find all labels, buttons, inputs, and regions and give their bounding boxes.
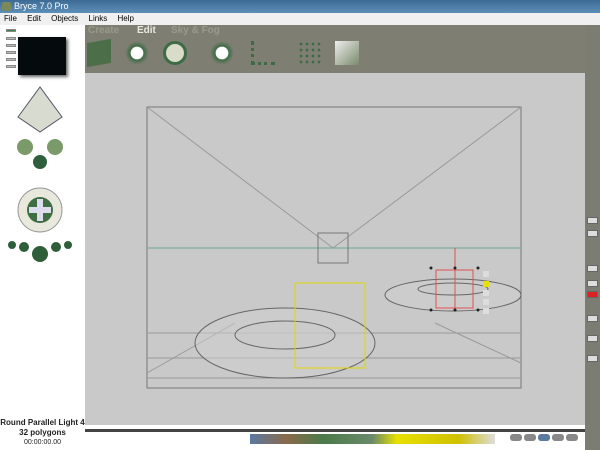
display-button[interactable] [587, 217, 598, 224]
menu-file[interactable]: File [4, 14, 17, 23]
control-palette [0, 25, 85, 450]
menu-objects[interactable]: Objects [51, 14, 78, 23]
first-frame-button[interactable] [510, 434, 522, 441]
tab-sky-fog[interactable]: Sky & Fog [171, 25, 220, 36]
object-selection-icons[interactable] [250, 434, 495, 444]
title-bar: Bryce 7.0 Pro [0, 0, 600, 13]
view-button[interactable] [6, 37, 16, 40]
display-button[interactable] [587, 291, 598, 298]
material-lab-icon[interactable] [87, 38, 111, 68]
camera-dot-controls [8, 241, 72, 262]
perspective-line [146, 106, 334, 249]
animation-bar [85, 425, 585, 450]
view-button[interactable] [6, 29, 16, 32]
play-button[interactable] [538, 434, 550, 441]
nano-preview[interactable] [18, 37, 66, 75]
display-button[interactable] [587, 230, 598, 237]
menu-edit[interactable]: Edit [27, 14, 41, 23]
display-button[interactable] [587, 355, 598, 362]
viewport[interactable] [85, 73, 585, 425]
status-readout: Round Parallel Light 4 32 polygons 00:00… [0, 418, 85, 448]
polygon-count: 32 polygons [19, 428, 66, 437]
view-button[interactable] [6, 44, 16, 47]
display-button[interactable] [587, 265, 598, 272]
tab-create[interactable]: Create [88, 25, 119, 36]
camera-controls [8, 86, 72, 262]
tab-edit[interactable]: Edit [137, 25, 156, 36]
navigation-sphere-icon [17, 187, 63, 233]
display-button[interactable] [587, 335, 598, 342]
display-button[interactable] [587, 315, 598, 322]
menu-bar: File Edit Objects Links Help [0, 13, 600, 25]
menu-links[interactable]: Links [89, 14, 108, 23]
prev-frame-button[interactable] [524, 434, 536, 441]
trackball-icon [17, 139, 63, 169]
align-icon[interactable] [251, 41, 275, 65]
menu-help[interactable]: Help [117, 14, 133, 23]
window-title: Bryce 7.0 Pro [14, 1, 69, 11]
reposition-icon[interactable] [210, 41, 234, 65]
app-icon [2, 2, 11, 11]
next-frame-button[interactable] [552, 434, 564, 441]
view-button[interactable] [6, 58, 16, 61]
rotate-icon[interactable] [163, 41, 187, 65]
wireframe-scene [146, 106, 522, 389]
display-button[interactable] [587, 280, 598, 287]
timeline-scrubber[interactable] [85, 429, 585, 432]
resize-icon[interactable] [125, 41, 149, 65]
perspective-line [332, 106, 522, 249]
object-name: Round Parallel Light 4 [0, 418, 85, 427]
time-readout: 00:00:00.00 [24, 439, 61, 446]
small-torus [384, 278, 522, 312]
view-control-icon [17, 86, 63, 133]
view-button[interactable] [6, 65, 16, 68]
view-button[interactable] [6, 51, 16, 54]
edit-toolbar: Create Edit Sky & Fog [85, 25, 585, 73]
last-frame-button[interactable] [566, 434, 578, 441]
randomize-icon[interactable] [298, 41, 322, 65]
terrain-edit-icon[interactable] [335, 41, 359, 65]
display-palette [585, 25, 600, 450]
